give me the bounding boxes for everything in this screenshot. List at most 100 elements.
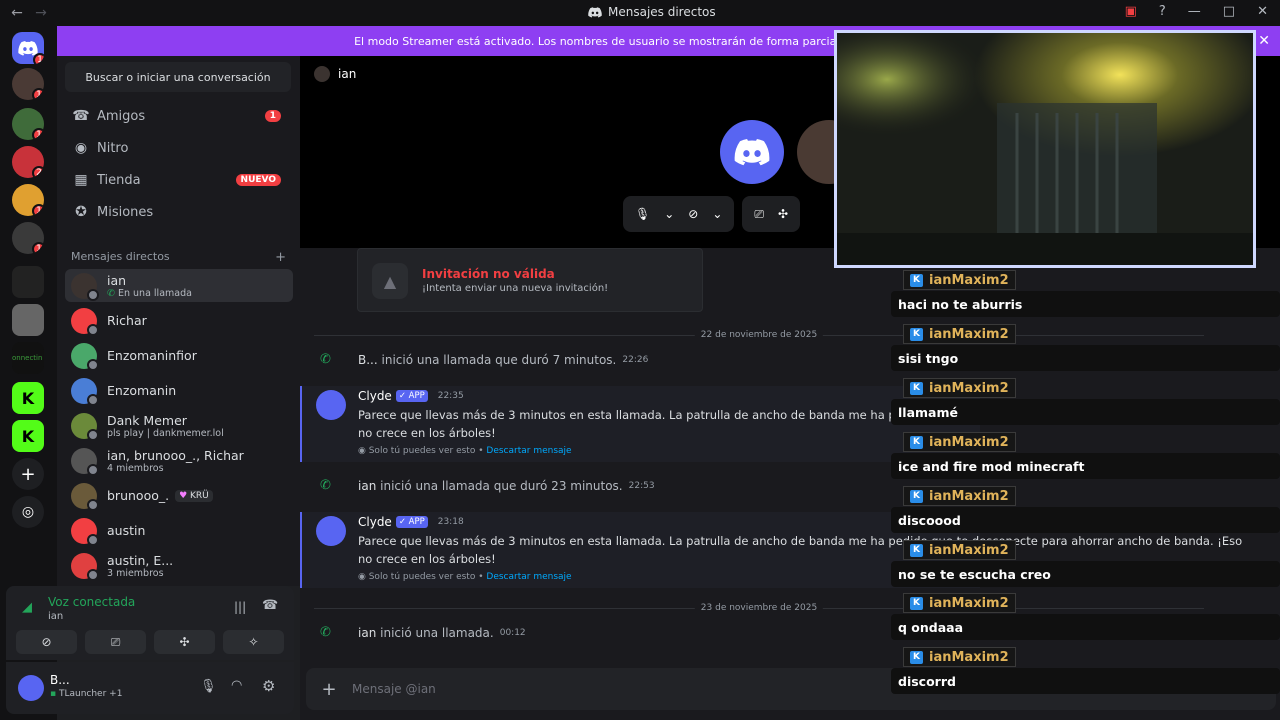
dm-item[interactable]: austin xyxy=(65,514,293,547)
eye-icon: ◉ xyxy=(358,446,369,456)
dm-item[interactable]: Richar xyxy=(65,304,293,337)
activities-button[interactable]: ✣ xyxy=(154,630,215,654)
clyde-avatar[interactable] xyxy=(316,516,346,546)
headphones-icon[interactable]: ◠ xyxy=(231,678,242,693)
discord-home-icon[interactable]: 1 xyxy=(12,32,44,64)
server-kick[interactable]: K xyxy=(12,382,44,414)
dm-name: Richar xyxy=(107,313,147,328)
noise-suppression-icon[interactable]: ||| xyxy=(234,600,246,614)
avatar xyxy=(71,272,99,301)
dm-item[interactable]: Enzomaninfior xyxy=(65,339,293,372)
server-black[interactable] xyxy=(12,266,44,298)
explore-icon[interactable]: ◎ xyxy=(12,496,44,528)
dm-sub: 3 miembros xyxy=(107,567,164,579)
kick-icon: K xyxy=(910,435,923,449)
server-connecting[interactable]: onnectin xyxy=(12,342,44,374)
forward-arrow-icon[interactable]: → xyxy=(32,5,50,21)
nav-shop[interactable]: ▦ Tienda NUEVO xyxy=(65,165,291,195)
user-status: ▪ TLauncher +1 xyxy=(50,689,122,699)
back-arrow-icon[interactable]: ← xyxy=(8,5,26,21)
user-avatar[interactable] xyxy=(18,675,44,701)
app-tag-text: APP xyxy=(408,517,425,527)
dm-name: Enzomaninfior xyxy=(107,348,197,363)
timestamp: 22:26 xyxy=(622,354,649,365)
nav-friends[interactable]: ☎ Amigos 1 xyxy=(65,101,291,131)
dm-item[interactable]: Dank Memer pls play | dankmemer.lol xyxy=(65,409,293,442)
user-status-text: TLauncher xyxy=(58,689,107,699)
dm-sub: 4 miembros xyxy=(107,462,164,474)
disconnect-icon[interactable]: ☎ xyxy=(262,598,278,613)
server-cat[interactable] xyxy=(12,304,44,336)
self-call-avatar[interactable] xyxy=(720,120,784,184)
server-avatar[interactable]: 1 xyxy=(12,68,44,100)
screen-share-button[interactable]: ⎚ xyxy=(85,630,146,654)
settings-gear-icon[interactable]: ⚙ xyxy=(262,677,275,695)
server-badge: 1 xyxy=(32,242,44,254)
dm-name: austin xyxy=(107,523,146,538)
clyde-name[interactable]: Clyde xyxy=(358,515,392,529)
call-user[interactable]: ian xyxy=(358,479,376,493)
dm-item[interactable]: austin, E... 3 miembros xyxy=(65,549,293,582)
server-kick-2[interactable]: K xyxy=(12,420,44,452)
dm-name: ian, brunooo_., Richar xyxy=(107,447,244,463)
dm-item[interactable]: ian, brunooo_., Richar 4 miembros xyxy=(65,444,293,477)
dm-item[interactable]: Enzomanin xyxy=(65,374,293,407)
nav-label: Amigos xyxy=(97,108,146,124)
share-controls[interactable]: ⎚ ✣ xyxy=(742,196,801,232)
help-icon[interactable]: ? xyxy=(1159,4,1166,19)
overlay-username: KianMaxim2 xyxy=(903,540,1016,560)
dm-item[interactable]: ian ✆ En una llamada xyxy=(65,269,293,302)
maximize-button[interactable]: □ xyxy=(1223,4,1235,19)
screen-share-icon[interactable]: ⎚ xyxy=(754,207,764,222)
chevron-down-icon[interactable]: ⌄ xyxy=(712,207,722,221)
dismiss-message-link[interactable]: Descartar mensaje xyxy=(486,572,571,582)
shop-icon: ▦ xyxy=(74,172,88,188)
server-colorful[interactable]: 1 xyxy=(12,184,44,216)
add-attachment-icon[interactable]: + xyxy=(306,679,352,700)
close-window-button[interactable]: ✕ xyxy=(1257,4,1268,19)
voice-status[interactable]: Voz conectada xyxy=(48,595,135,609)
dm-item[interactable]: brunooo_. ♥ KRÜ xyxy=(65,479,293,512)
add-server-icon[interactable]: + xyxy=(12,458,44,490)
kick-icon: K xyxy=(910,273,923,287)
avatar xyxy=(71,517,99,546)
clyde-avatar[interactable] xyxy=(316,390,346,420)
server-dark[interactable]: 1 xyxy=(12,222,44,254)
nav-nitro[interactable]: ◉ Nitro xyxy=(65,133,291,163)
dm-name: austin, E... xyxy=(107,552,174,568)
mic-icon[interactable]: 🎙 xyxy=(200,679,217,694)
call-log-2: ✆ ian inició una llamada que duró 23 min… xyxy=(320,478,655,493)
avatar xyxy=(71,482,99,511)
dm-sub: En una llamada xyxy=(117,287,192,299)
nav-quests[interactable]: ✪ Misiones xyxy=(65,197,291,227)
overlay-user: ianMaxim2 xyxy=(929,488,1009,504)
overlay-username: KianMaxim2 xyxy=(903,486,1016,506)
dm-header-label: Mensajes directos xyxy=(71,250,170,263)
clyde-message-2: Clyde ✓ APP 23:18 Parece que llevas más de… xyxy=(300,512,1242,588)
call-user[interactable]: B... xyxy=(358,353,378,367)
inbox-icon[interactable]: ▣ xyxy=(1125,4,1137,19)
minimize-button[interactable]: — xyxy=(1188,4,1201,19)
overlay-username: KianMaxim2 xyxy=(903,378,1016,398)
camera-off-icon[interactable]: ⊘ xyxy=(688,207,698,221)
activities-icon[interactable]: ✣ xyxy=(778,207,788,221)
clyde-name[interactable]: Clyde xyxy=(358,389,392,403)
window-title: Mensajes directos xyxy=(588,5,716,19)
mic-control[interactable]: 🎙 ⌄ ⊘ ⌄ xyxy=(623,196,735,232)
chevron-down-icon[interactable]: ⌄ xyxy=(664,207,674,221)
server-red[interactable]: 2 xyxy=(12,146,44,178)
dismiss-message-link[interactable]: Descartar mensaje xyxy=(486,446,571,456)
server-frog[interactable]: 1 xyxy=(12,108,44,140)
call-user[interactable]: ian xyxy=(358,626,376,640)
camera-button[interactable]: ⊘ xyxy=(16,630,77,654)
search-conversation-button[interactable]: Buscar o iniciar una conversación xyxy=(65,62,291,92)
kick-icon: K xyxy=(910,650,923,664)
close-banner-icon[interactable]: ✕ xyxy=(1258,33,1270,49)
app-tag-text: APP xyxy=(408,391,425,401)
soundboard-button[interactable]: ✧ xyxy=(223,630,284,654)
ephemeral-note: Solo tú puedes ver esto • xyxy=(368,446,484,456)
message-input[interactable]: Mensaje @ian xyxy=(352,682,436,696)
friends-badge: 1 xyxy=(264,110,281,122)
create-dm-icon[interactable]: + xyxy=(275,250,286,265)
invite-icon: ▲ xyxy=(372,263,408,299)
